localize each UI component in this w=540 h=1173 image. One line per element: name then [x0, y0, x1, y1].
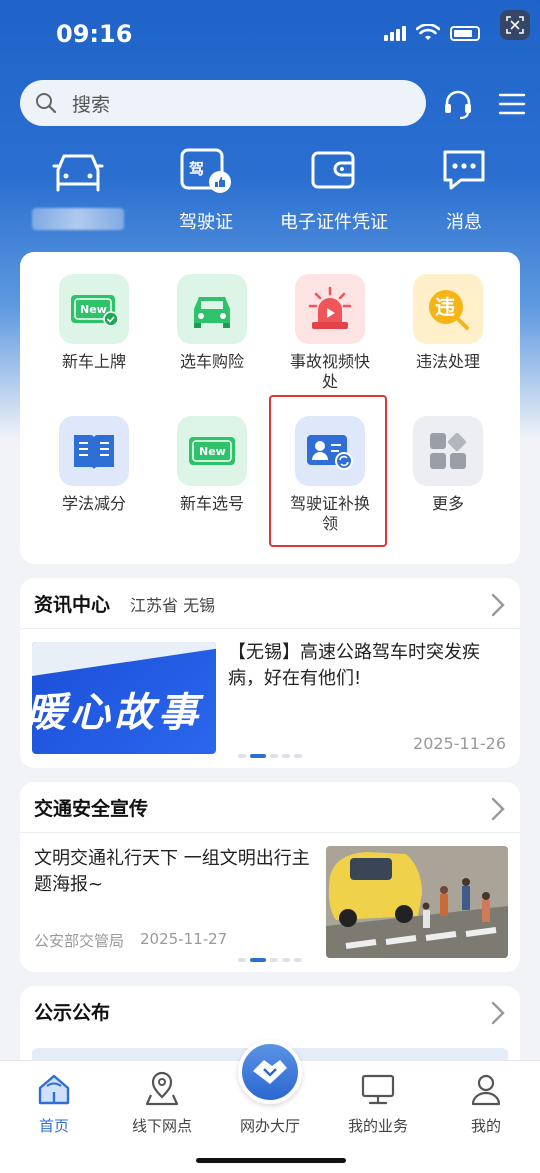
home-indicator — [196, 1158, 346, 1163]
car-insurance-icon — [177, 274, 247, 344]
battery-icon — [450, 25, 480, 41]
nav-my-business[interactable]: 我的业务 — [324, 1069, 432, 1136]
nav-offline-outlets[interactable]: 线下网点 — [108, 1069, 216, 1136]
service-more[interactable]: 更多 — [388, 416, 508, 514]
home-icon — [38, 1074, 70, 1105]
license-icon: 驾 — [180, 148, 231, 193]
service-study-law[interactable]: 学法减分 — [34, 416, 154, 514]
nav-label: 网办大厅 — [239, 1117, 300, 1135]
svg-text:驾: 驾 — [189, 160, 204, 178]
search-icon — [36, 93, 57, 114]
vehicle-label-blurred — [32, 208, 124, 230]
accident-video-icon — [295, 274, 365, 344]
cellular-signal-icon — [384, 25, 406, 41]
screenshot-scan-icon[interactable] — [500, 10, 530, 40]
search-placeholder: 搜索 — [72, 93, 111, 116]
safety-section-title: 交通安全宣传 — [34, 798, 149, 820]
service-label: 更多 — [431, 494, 464, 513]
news-region[interactable]: 江苏省 无锡 — [130, 592, 215, 616]
service-car-insurance[interactable]: 选车购险 — [152, 274, 272, 372]
notice-section-title: 公示公布 — [34, 1002, 111, 1024]
quick-item-messages[interactable]: 消息 — [394, 140, 534, 233]
safety-headline[interactable]: 文明交通礼行天下 一组文明出行主题海报~ — [34, 846, 314, 898]
license-label: 驾驶证 — [179, 212, 233, 233]
book-icon — [59, 416, 129, 486]
safety-carousel-dots — [238, 958, 302, 962]
nav-label: 首页 — [38, 1117, 69, 1135]
news-date: 2025-11-26 — [413, 734, 506, 753]
chevron-right-icon[interactable] — [490, 796, 506, 822]
service-label: 选车购险 — [179, 352, 244, 371]
service-violation[interactable]: 违 违法处理 — [388, 274, 508, 372]
status-time: 09:16 — [56, 20, 133, 48]
menu-icon[interactable] — [494, 86, 530, 122]
service-label: 学法减分 — [61, 494, 126, 513]
news-thumbnail-text: 暖心故事 — [32, 690, 202, 736]
service-new-plate[interactable]: New 新车上牌 — [34, 274, 154, 372]
service-label: 违法处理 — [415, 352, 480, 371]
status-icons — [384, 24, 480, 42]
service-accident-video[interactable]: 事故视频快处 — [270, 274, 390, 392]
quick-item-license[interactable]: 驾 驾驶证 — [136, 140, 276, 233]
nav-label: 线下网点 — [131, 1117, 192, 1135]
new-plate-icon: New — [59, 274, 129, 344]
message-icon — [443, 150, 485, 190]
chevron-right-icon[interactable] — [490, 1000, 506, 1026]
handshake-icon — [253, 1060, 287, 1084]
user-icon — [471, 1074, 501, 1106]
e-certificate-label: 电子证件凭证 — [280, 212, 388, 233]
service-label: 新车选号 — [179, 494, 244, 513]
service-label: 事故视频快处 — [290, 352, 371, 391]
nav-profile[interactable]: 我的 — [432, 1069, 540, 1136]
service-new-number[interactable]: New 新车选号 — [152, 416, 272, 514]
service-label: 新车上牌 — [61, 352, 126, 371]
news-section-title: 资讯中心 — [34, 594, 111, 616]
svg-text:违: 违 — [435, 295, 455, 319]
car-icon — [52, 154, 104, 192]
quick-item-e-certificate[interactable]: 电子证件凭证 — [264, 140, 404, 233]
svg-text:New: New — [80, 303, 107, 316]
map-pin-icon — [145, 1071, 179, 1106]
news-card: 资讯中心 江苏省 无锡 暖心故事 【无锡】高速公路驾车时突发疾病，好在有他们! … — [20, 578, 520, 768]
safety-source: 公安部交管局 — [34, 932, 125, 950]
new-number-icon: New — [177, 416, 247, 486]
safety-date: 2025-11-27 — [140, 930, 228, 948]
services-card: New 新车上牌 选车购险 事故视频快处 违 违法处理 学法减分 New 新车选… — [20, 252, 520, 564]
quick-actions: 驾 驾驶证 电子证件凭证 消息 — [0, 140, 540, 240]
headset-icon[interactable] — [440, 86, 476, 122]
more-grid-icon — [413, 416, 483, 486]
nav-home[interactable]: 首页 — [0, 1069, 108, 1136]
wifi-icon — [416, 24, 440, 40]
online-hall-button[interactable] — [238, 1040, 302, 1104]
chevron-right-icon[interactable] — [490, 592, 506, 618]
nav-label: 我的业务 — [347, 1117, 408, 1135]
highlight-annotation — [269, 395, 387, 547]
search-input[interactable]: 搜索 — [20, 80, 426, 126]
news-carousel-dots — [238, 754, 302, 758]
svg-text:New: New — [199, 445, 226, 458]
wallet-icon — [311, 151, 355, 189]
quick-item-vehicle[interactable] — [8, 140, 148, 232]
status-bar: 09:16 — [0, 0, 540, 72]
news-thumbnail[interactable]: 暖心故事 — [32, 642, 216, 754]
monitor-icon — [361, 1074, 395, 1105]
messages-label: 消息 — [446, 212, 482, 233]
violation-icon: 违 — [413, 274, 483, 344]
safety-thumbnail[interactable] — [326, 846, 508, 958]
news-headline[interactable]: 【无锡】高速公路驾车时突发疾病，好在有他们! — [228, 640, 498, 692]
nav-label: 我的 — [470, 1117, 501, 1135]
safety-card: 交通安全宣传 文明交通礼行天下 一组文明出行主题海报~ 公安部交管局 2025-… — [20, 782, 520, 972]
